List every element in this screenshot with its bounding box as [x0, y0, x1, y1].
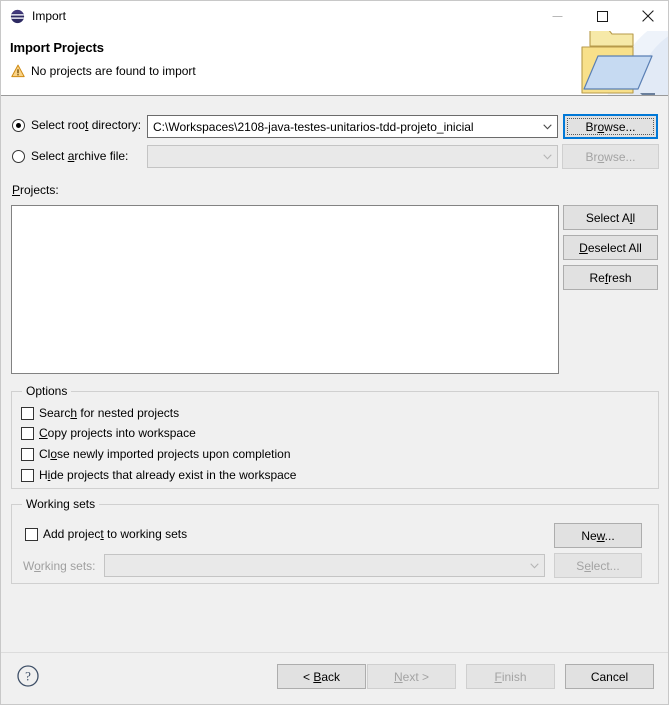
chevron-down-icon-working-sets: [524, 562, 544, 569]
select-working-set-label: Select...: [576, 558, 620, 573]
checkbox-copy-projects-into-workspace[interactable]: [21, 426, 34, 440]
option-close-newly-imported-projects-label: Close newly imported projects upon compl…: [39, 447, 291, 461]
warning-icon: [11, 64, 25, 78]
option-search-nested-projects[interactable]: Search for nested projects: [21, 406, 179, 420]
select-all-button[interactable]: Select All: [563, 205, 658, 230]
deselect-all-button[interactable]: Deselect All: [563, 235, 658, 260]
option-copy-projects-into-workspace-label: Copy projects into workspace: [39, 426, 196, 440]
root-directory-combo[interactable]: C:\Workspaces\2108-java-testes-unitarios…: [147, 115, 558, 138]
next-button: Next >: [367, 664, 456, 689]
page-title: Import Projects: [10, 40, 104, 55]
add-project-to-working-sets-label: Add project to working sets: [43, 527, 188, 541]
svg-text:?: ?: [25, 669, 31, 684]
select-all-label: Select All: [585, 210, 636, 225]
checkbox-hide-existing-projects[interactable]: [21, 468, 34, 482]
finish-button: Finish: [466, 664, 555, 689]
footer-divider: [1, 652, 668, 653]
new-working-set-button[interactable]: New...: [554, 523, 642, 548]
option-hide-existing-projects-label: Hide projects that already exist in the …: [39, 468, 297, 482]
next-label: Next >: [393, 669, 430, 684]
checkbox-add-project-to-working-sets[interactable]: [25, 527, 38, 541]
browse-archive-file-label: Browse...: [585, 149, 636, 164]
eclipse-icon: [10, 9, 25, 24]
chevron-down-icon-archive: [537, 153, 557, 160]
status-message: No projects are found to import: [11, 64, 196, 78]
select-working-set-button: Select...: [554, 553, 642, 578]
header-divider: [1, 95, 668, 96]
status-message-text: No projects are found to import: [31, 64, 196, 78]
option-search-nested-projects-label: Search for nested projects: [39, 406, 180, 420]
browse-archive-file-button: Browse...: [562, 144, 659, 169]
maximize-icon[interactable]: [580, 1, 625, 31]
select-archive-file-label: Select archive file:: [31, 149, 129, 163]
select-root-directory-radio[interactable]: Select root directory:: [12, 118, 141, 132]
options-group-title: Options: [22, 384, 72, 398]
option-copy-projects-into-workspace[interactable]: Copy projects into workspace: [21, 426, 196, 440]
minimize-icon[interactable]: [535, 1, 580, 31]
working-sets-group-title: Working sets: [22, 497, 100, 511]
dialog-header: Import Projects No projects are found to…: [1, 31, 668, 95]
help-icon[interactable]: ?: [16, 664, 40, 688]
cancel-label: Cancel: [590, 669, 629, 684]
new-working-set-label: New...: [581, 528, 615, 543]
radio-indicator-root-directory[interactable]: [12, 118, 25, 132]
import-projects-dialog: Import Import Projects No projects are f…: [0, 0, 669, 705]
title-bar: Import: [1, 1, 668, 31]
select-archive-file-radio[interactable]: Select archive file:: [12, 149, 128, 163]
title-bar-left: Import: [1, 9, 535, 24]
back-label: < Back: [302, 669, 341, 684]
refresh-button[interactable]: Refresh: [563, 265, 658, 290]
cancel-button[interactable]: Cancel: [565, 664, 654, 689]
chevron-down-icon[interactable]: [537, 123, 557, 130]
working-sets-combo-label: Working sets:: [23, 559, 96, 573]
finish-label: Finish: [494, 669, 527, 684]
working-sets-combo: [104, 554, 545, 577]
close-icon[interactable]: [625, 1, 668, 31]
window-controls: [535, 1, 668, 31]
option-close-newly-imported-projects[interactable]: Close newly imported projects upon compl…: [21, 447, 291, 461]
import-folder-icon: [560, 31, 668, 95]
projects-label: Projects:: [12, 183, 59, 197]
option-hide-existing-projects[interactable]: Hide projects that already exist in the …: [21, 468, 296, 482]
archive-file-combo: [147, 145, 558, 168]
root-directory-value: C:\Workspaces\2108-java-testes-unitarios…: [153, 119, 474, 134]
deselect-all-label: Deselect All: [579, 240, 642, 255]
checkbox-search-nested-projects[interactable]: [21, 406, 34, 420]
back-button[interactable]: < Back: [277, 664, 366, 689]
browse-root-directory-label: Browse...: [585, 119, 636, 134]
projects-list[interactable]: [11, 205, 559, 374]
checkbox-close-newly-imported-projects[interactable]: [21, 447, 34, 461]
select-root-directory-label: Select root directory:: [31, 118, 142, 132]
window-title: Import: [32, 9, 67, 23]
radio-indicator-archive-file[interactable]: [12, 149, 25, 163]
add-project-to-working-sets[interactable]: Add project to working sets: [25, 527, 187, 541]
refresh-label: Refresh: [589, 270, 632, 285]
browse-root-directory-button[interactable]: Browse...: [563, 114, 658, 139]
